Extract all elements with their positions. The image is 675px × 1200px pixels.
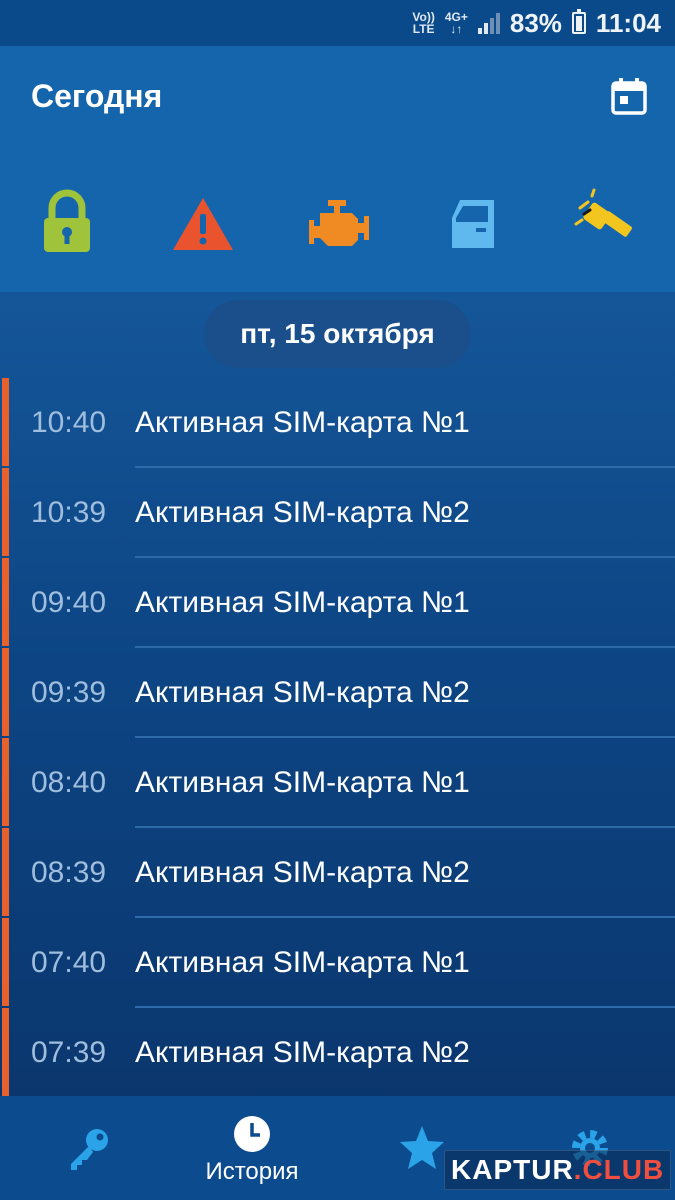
date-header: пт, 15 октября [204, 300, 471, 368]
event-text: Активная SIM-карта №1 [135, 766, 470, 799]
watermark-part2: .CLUB [573, 1154, 665, 1185]
watermark-logo: KAPTUR .CLUB [444, 1150, 672, 1190]
status-bar: Vo)) LTE 4G+ ↓↑ 83% 11:04 [0, 0, 675, 46]
page-title: Сегодня [31, 78, 163, 114]
event-row[interactable]: 10:40 Активная SIM-карта №1 [0, 378, 675, 468]
event-accent-bar [2, 738, 9, 826]
network-activity: ↓↑ [450, 22, 463, 36]
door-status[interactable] [438, 188, 508, 258]
volte-bottom: LTE [412, 22, 435, 36]
event-accent-bar [2, 648, 9, 736]
event-accent-bar [2, 558, 9, 646]
event-row[interactable]: 10:39 Активная SIM-карта №2 [0, 468, 675, 558]
event-list: 10:40 Активная SIM-карта №1 10:39 Активная … [0, 378, 675, 1098]
star-icon [400, 1126, 444, 1169]
clock-icon [234, 1116, 270, 1152]
signal-icon [477, 12, 500, 34]
battery-percent: 83% [509, 7, 562, 38]
network-indicator: 4G+ ↓↑ [445, 11, 468, 35]
car-door-icon [452, 200, 494, 248]
alarm-status[interactable] [168, 188, 238, 258]
event-row[interactable]: 07:40 Активная SIM-карта №1 [0, 918, 675, 1008]
shock-sensor-status[interactable] [572, 188, 642, 258]
event-row[interactable]: 07:39 Активная SIM-карта №2 [0, 1008, 675, 1098]
event-time: 07:40 [31, 946, 107, 979]
event-time: 09:39 [31, 676, 107, 709]
event-row[interactable]: 08:40 Активная SIM-карта №1 [0, 738, 675, 828]
event-text: Активная SIM-карта №2 [135, 856, 470, 889]
event-row[interactable]: 09:39 Активная SIM-карта №2 [0, 648, 675, 738]
calendar-button[interactable] [611, 77, 647, 115]
nav-history-label: История [205, 1158, 299, 1185]
event-time: 08:39 [31, 856, 107, 889]
event-time: 10:39 [31, 496, 107, 529]
status-clock: 11:04 [595, 7, 661, 38]
event-text: Активная SIM-карта №2 [135, 676, 470, 709]
event-accent-bar [2, 468, 9, 556]
engine-icon [309, 200, 369, 246]
event-accent-bar [2, 828, 9, 916]
event-accent-bar [2, 378, 9, 466]
event-time: 10:40 [31, 406, 107, 439]
event-accent-bar [2, 918, 9, 1006]
calendar-icon [611, 78, 647, 115]
lock-icon [44, 189, 90, 252]
event-text: Активная SIM-карта №1 [135, 946, 470, 979]
car-status-icons [0, 188, 675, 258]
event-text: Активная SIM-карта №1 [135, 406, 470, 439]
nav-key[interactable] [58, 1096, 118, 1200]
event-row[interactable]: 08:39 Активная SIM-карта №2 [0, 828, 675, 918]
event-text: Активная SIM-карта №2 [135, 1036, 470, 1069]
event-text: Активная SIM-карта №2 [135, 496, 470, 529]
event-text: Активная SIM-карта №1 [135, 586, 470, 619]
nav-favorites[interactable] [395, 1096, 449, 1200]
engine-status[interactable] [302, 188, 372, 258]
nav-history[interactable]: История [192, 1096, 312, 1200]
key-icon [71, 1129, 108, 1170]
event-time: 09:40 [31, 586, 107, 619]
shock-sensor-icon [574, 188, 632, 237]
event-row[interactable]: 09:40 Активная SIM-карта №1 [0, 558, 675, 648]
header: Сегодня [0, 46, 675, 292]
volte-indicator: Vo)) LTE [412, 11, 434, 35]
battery-icon [571, 9, 586, 34]
lock-status[interactable] [32, 188, 102, 258]
alarm-warning-icon [173, 198, 233, 250]
watermark-part1: KAPTUR [451, 1154, 574, 1185]
event-time: 07:39 [31, 1036, 107, 1069]
event-accent-bar [2, 1008, 9, 1096]
event-time: 08:40 [31, 766, 107, 799]
